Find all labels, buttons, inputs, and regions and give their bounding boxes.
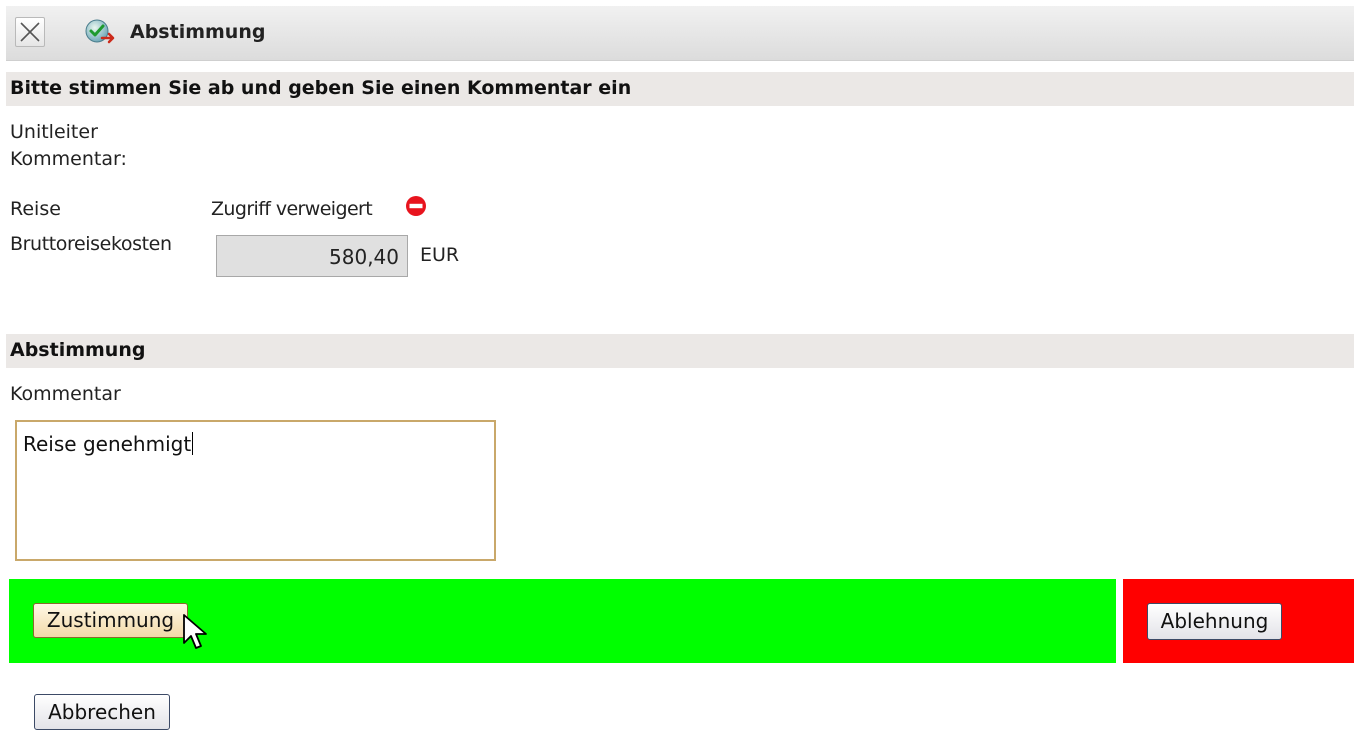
mouse-pointer-icon	[183, 614, 207, 649]
comment-textarea[interactable]: Reise genehmigt	[15, 420, 496, 561]
unitleiter-comment-label: Kommentar:	[10, 148, 127, 170]
comment-text: Reise genehmigt	[23, 432, 192, 456]
window-title: Abstimmung	[130, 21, 266, 43]
unitleiter-label: Unitleiter	[10, 121, 98, 143]
text-caret	[192, 432, 194, 455]
reise-value: Zugriff verweigert	[211, 198, 373, 220]
info-section-heading: Bitte stimmen Sie ab und geben Sie einen…	[10, 77, 632, 99]
cancel-button[interactable]: Abbrechen	[34, 694, 170, 730]
window-titlebar: Abstimmung	[6, 6, 1354, 61]
agree-button[interactable]: Zustimmung	[33, 603, 188, 638]
no-entry-icon	[406, 196, 426, 216]
vote-section-heading: Abstimmung	[10, 339, 146, 361]
kosten-label: Bruttoreisekosten	[10, 233, 172, 255]
currency-label: EUR	[420, 244, 460, 266]
close-button[interactable]	[15, 17, 45, 47]
close-icon	[20, 22, 40, 42]
reise-label: Reise	[10, 198, 61, 220]
info-section-header: Bitte stimmen Sie ab und geben Sie einen…	[6, 72, 1354, 106]
approval-check-icon	[85, 19, 115, 44]
vote-section-header: Abstimmung	[6, 334, 1354, 368]
reject-button[interactable]: Ablehnung	[1147, 603, 1282, 640]
kosten-field: 580,40	[216, 235, 408, 277]
comment-label: Kommentar	[10, 383, 121, 405]
